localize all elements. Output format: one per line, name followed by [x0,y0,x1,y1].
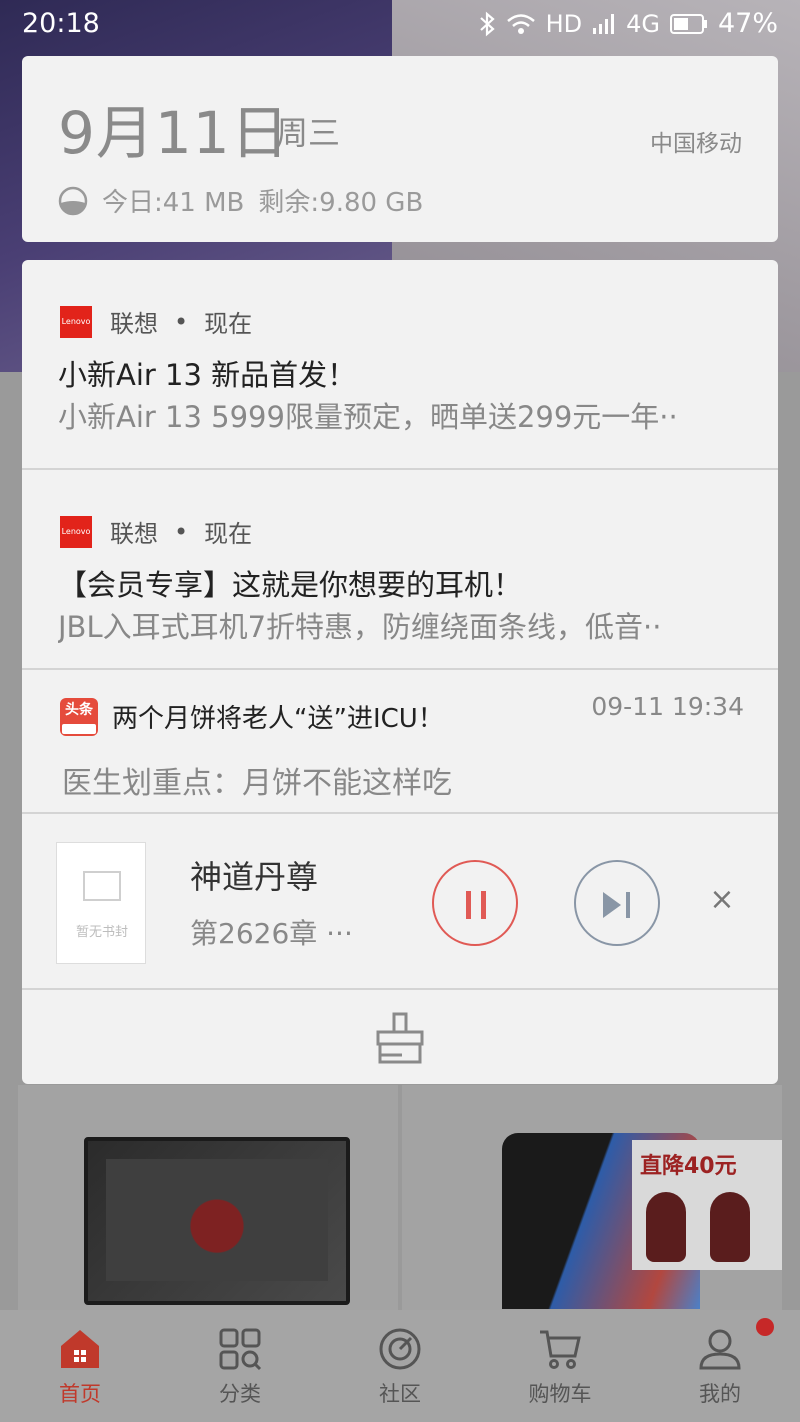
close-icon: × [709,882,735,917]
earbud-left-image [646,1192,686,1262]
community-icon [379,1328,421,1370]
book-cover-image: 暂无书封 [56,842,146,964]
notification-header: Lenovo 联想 • 现在 [60,514,252,549]
category-icon [219,1328,262,1371]
clear-all-button[interactable] [372,1010,428,1066]
home-icon [61,1330,99,1368]
separator-dot: • [174,517,189,546]
media-title: 神道丹尊 [190,858,319,896]
tab-label: 分类 [219,1382,261,1406]
clear-notifications-row [22,990,778,1084]
book-icon [83,871,121,901]
cover-placeholder-text: 暂无书封 [75,925,128,940]
tab-label: 社区 [379,1382,421,1406]
next-button[interactable] [574,860,660,946]
app-name: 联想 [110,310,158,338]
notification-body: JBL入耳式耳机7折特惠，防缠绕面条线，低音·· [58,610,662,644]
notification-time: 09-11 19:34 [591,692,744,721]
promo-text: 直降40元 [640,1154,737,1179]
notification-title: 两个月饼将老人“送”进ICU！ [112,704,444,734]
status-icons: HD 4G 47% [478,8,778,39]
notification-item[interactable]: Lenovo 联想 • 现在 小新Air 13 新品首发！ 小新Air 13 5… [22,260,778,470]
app-name: 联想 [110,520,158,548]
notification-item[interactable]: Lenovo 联想 • 现在 【会员专享】这就是你想要的耳机！ JBL入耳式耳机… [22,470,778,670]
media-subtitle: 第2626章 ··· [190,917,353,950]
toutiao-logo-text: 头条 [65,702,93,718]
tab-community[interactable]: 社区 [320,1310,480,1422]
broom-icon [376,1012,424,1064]
weekday-text: 周三 [276,114,341,152]
battery-percent: 47% [717,8,778,39]
separator-dot: • [174,307,189,336]
carrier-name: 中国移动 [650,131,742,157]
bottom-tab-bar: 首页 分类 社区 购物车 我的 [0,1310,800,1422]
close-button[interactable]: × [706,884,738,916]
status-bar: 20:18 HD 4G 47% [0,0,800,50]
notification-item[interactable]: 头条 两个月饼将老人“送”进ICU！ 09-11 19:34 医生划重点：月饼不… [22,670,778,814]
battery-icon [669,13,707,34]
pause-button[interactable] [432,860,518,946]
media-player-notification[interactable]: 暂无书封 神道丹尊 第2626章 ··· × [22,814,778,990]
status-time: 20:18 [22,8,100,39]
notification-dot [756,1318,774,1336]
hd-label: HD [545,9,583,38]
bluetooth-icon [479,11,495,36]
notification-title: 【会员专享】这就是你想要的耳机！ [58,568,523,602]
notification-time: 现在 [204,520,253,548]
notification-time: 现在 [204,310,253,338]
network-type: 4G [626,9,660,38]
toutiao-logo-icon: 头条 [60,698,98,736]
notification-title: 小新Air 13 新品首发！ [58,358,357,392]
tab-cart[interactable]: 购物车 [480,1310,640,1422]
wifi-icon [506,13,535,34]
lenovo-logo-icon: Lenovo [60,515,92,548]
signal-icon [593,13,615,34]
pause-icon [466,891,471,919]
skip-next-icon [603,892,630,918]
notification-header: Lenovo 联想 • 现在 [60,304,252,339]
data-usage[interactable]: 今日:41 MB 剩余:9.80 GB [58,182,423,219]
date-text: 9月11日 [58,99,290,167]
tab-home[interactable]: 首页 [0,1310,160,1422]
data-today: 今日:41 MB [102,188,245,218]
profile-icon [699,1329,741,1370]
data-usage-icon [58,186,88,215]
tab-category[interactable]: 分类 [160,1310,320,1422]
date-card[interactable]: 9月11日 周三 中国移动 今日:41 MB 剩余:9.80 GB [22,56,778,242]
laptop-image [84,1137,350,1305]
notification-panel: Lenovo 联想 • 现在 小新Air 13 新品首发！ 小新Air 13 5… [22,260,778,1084]
earbud-right-image [710,1192,750,1262]
notification-body: 医生划重点：月饼不能这样吃 [62,766,452,801]
tab-profile[interactable]: 我的 [640,1310,800,1422]
tab-label: 首页 [59,1382,101,1406]
cart-icon [540,1330,581,1369]
promo-earphones[interactable]: 直降40元 [632,1140,782,1270]
tab-label: 购物车 [528,1382,592,1406]
data-remaining: 剩余:9.80 GB [258,188,424,218]
notification-body: 小新Air 13 5999限量预定，晒单送299元一年·· [58,400,678,434]
tab-label: 我的 [699,1382,741,1406]
lenovo-logo-icon: Lenovo [60,305,92,338]
